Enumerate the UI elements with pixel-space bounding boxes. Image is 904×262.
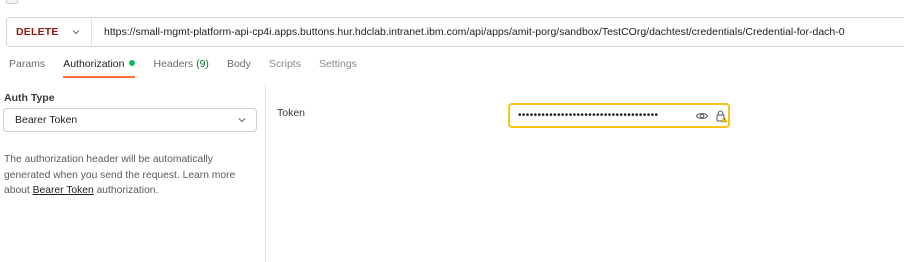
tab-label: Headers [153, 58, 197, 70]
token-input[interactable]: •••••••••••••••••••••••••••••••••••• [508, 103, 730, 128]
request-tabs: Params Authorization Headers (9) Body Sc… [9, 58, 375, 82]
tab-headers[interactable]: Headers (9) [153, 58, 208, 78]
tab-label: Settings [318, 58, 357, 70]
chevron-down-icon [238, 118, 246, 123]
description-text-end: authorization. [93, 185, 159, 196]
status-dot [129, 60, 136, 67]
tab-authorization[interactable]: Authorization [63, 58, 136, 78]
tab-params[interactable]: Params [9, 58, 45, 78]
toolbar-control[interactable] [6, 0, 18, 4]
tab-settings[interactable]: Settings [319, 58, 357, 78]
auth-type-label: Auth Type [4, 92, 55, 104]
token-masked-value: •••••••••••••••••••••••••••••••••••• [518, 110, 659, 121]
headers-count-badge: (9) [196, 58, 209, 70]
auth-description: The authorization header will be automat… [4, 152, 254, 199]
url-input[interactable]: https://small-mgmt-platform-api-cp4i.app… [92, 26, 845, 38]
tab-label: Scripts [268, 58, 301, 70]
tab-body[interactable]: Body [227, 58, 251, 78]
request-editor: DELETE https://small-mgmt-platform-api-c… [0, 0, 904, 262]
auth-type-select[interactable]: Bearer Token [3, 108, 257, 132]
method-dropdown[interactable]: DELETE [7, 18, 92, 46]
tab-label: Params [9, 58, 46, 70]
bearer-token-link[interactable]: Bearer Token [33, 185, 94, 196]
request-bar: DELETE https://small-mgmt-platform-api-c… [6, 17, 904, 47]
tab-label: Body [226, 58, 251, 70]
method-label: DELETE [16, 26, 59, 38]
eye-icon[interactable] [695, 109, 709, 123]
chevron-down-icon [72, 30, 80, 35]
token-label: Token [277, 107, 306, 119]
auth-config-pane: Auth Type Bearer Token The authorization… [0, 84, 266, 262]
auth-type-value: Bearer Token [15, 114, 78, 126]
tab-label: Authorization [63, 58, 125, 70]
lock-warning-icon[interactable] [714, 109, 728, 123]
tab-scripts[interactable]: Scripts [269, 58, 301, 78]
